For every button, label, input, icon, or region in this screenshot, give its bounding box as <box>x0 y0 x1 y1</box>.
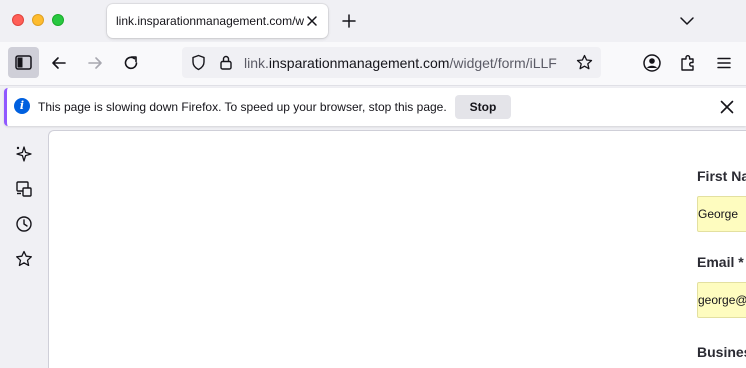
tab-list-chevron-down-icon[interactable] <box>678 12 696 30</box>
notification-message: This page is slowing down Firefox. To sp… <box>38 100 447 114</box>
lock-icon[interactable] <box>218 54 234 76</box>
ai-sparkle-icon[interactable] <box>15 145 33 163</box>
url-domain: insparationmanagement.com <box>268 55 450 71</box>
first-name-value: George <box>698 207 739 221</box>
slow-page-notification: i This page is slowing down Firefox. To … <box>4 88 746 126</box>
tab-close-icon[interactable] <box>304 12 320 30</box>
extensions-puzzle-icon[interactable] <box>678 53 698 73</box>
tab-strip: link.insparationmanagement.com/widget/fo… <box>0 0 746 42</box>
address-bar[interactable]: link.insparationmanagement.com/widget/fo… <box>182 47 601 78</box>
url-text[interactable]: link.insparationmanagement.com/widget/fo… <box>244 55 567 71</box>
email-label: Email * <box>697 254 744 270</box>
close-icon[interactable] <box>719 99 735 115</box>
navigation-toolbar: link.insparationmanagement.com/widget/fo… <box>0 42 746 86</box>
business-label: Busines <box>697 344 746 360</box>
account-icon[interactable] <box>642 53 662 73</box>
page-content: First Na George Email * george@ Busines <box>48 130 746 368</box>
url-prefix: link. <box>244 55 269 71</box>
email-field[interactable]: george@ <box>697 282 746 318</box>
bookmark-star-icon[interactable] <box>576 54 593 76</box>
first-name-label: First Na <box>697 168 746 184</box>
bookmarks-star-icon[interactable] <box>15 250 33 268</box>
new-tab-plus-icon[interactable] <box>340 12 358 30</box>
active-tab[interactable]: link.insparationmanagement.com/widget/fo… <box>107 4 328 38</box>
sidebar <box>0 130 48 368</box>
tab-title: link.insparationmanagement.com/widget/fo… <box>116 14 304 28</box>
reload-icon[interactable] <box>121 53 141 73</box>
sidebar-toggle-button[interactable] <box>8 47 39 78</box>
stop-page-button[interactable]: Stop <box>455 95 511 119</box>
window-minimize-button[interactable] <box>32 14 44 26</box>
forward-arrow-icon[interactable] <box>85 53 105 73</box>
window-maximize-button[interactable] <box>52 14 64 26</box>
tracking-protection-shield-icon[interactable] <box>190 54 207 76</box>
synced-tabs-icon[interactable] <box>15 180 33 198</box>
url-path: /widget/form/iLLF <box>449 55 557 71</box>
hamburger-menu-icon[interactable] <box>714 53 734 73</box>
history-clock-icon[interactable] <box>15 215 33 233</box>
back-arrow-icon[interactable] <box>49 53 69 73</box>
window-close-button[interactable] <box>12 14 24 26</box>
info-icon: i <box>14 98 30 114</box>
sidebar-icon <box>15 55 32 70</box>
email-value: george@ <box>698 293 746 307</box>
first-name-field[interactable]: George <box>697 196 746 232</box>
